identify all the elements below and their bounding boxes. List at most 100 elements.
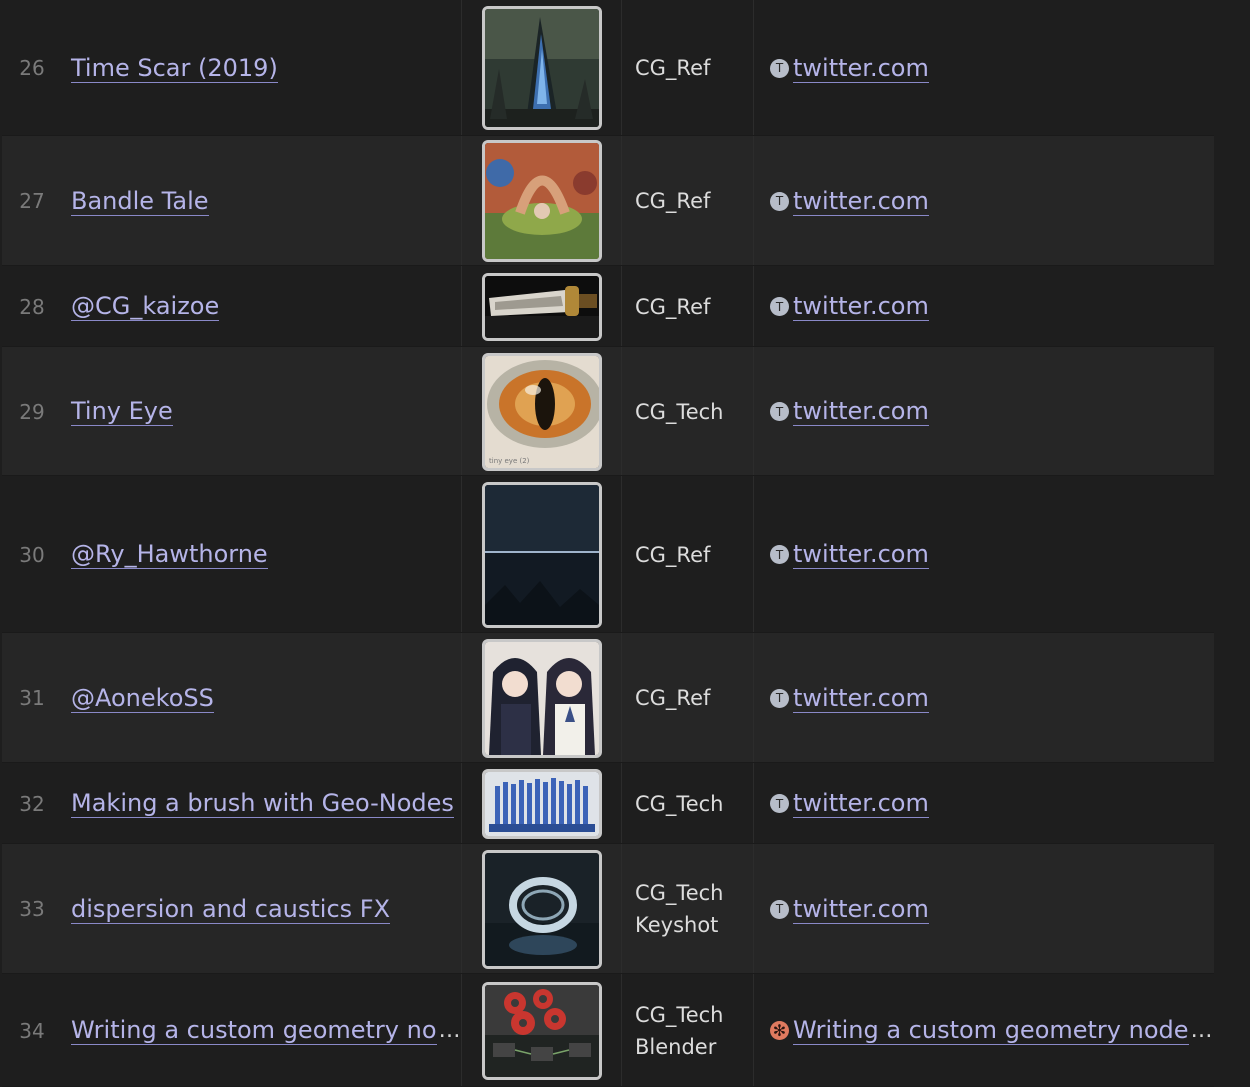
tags-cell: CG_Ref [635,0,753,136]
row-number: 27 [2,136,62,266]
thumbnail-cell [462,974,622,1087]
tag: CG_Ref [635,56,711,80]
title-cell: Time Scar (2019) [71,0,456,136]
row-number-text: 32 [19,791,45,816]
url-link[interactable]: twitter.com [793,397,929,426]
thumbnail-cell [462,844,622,974]
row-number: 34 [2,974,62,1087]
row-number: 28 [2,266,62,347]
column-divider [753,974,754,1087]
title-link[interactable]: Bandle Tale [71,187,209,216]
title-link[interactable]: Making a brush with Geo-Nodes [71,789,454,818]
title-cell: Making a brush with Geo-Nodes [71,763,456,844]
url-cell: ✻ Writing a custom geometry node … [770,974,1213,1087]
title-cell: @CG_kaizoe [71,266,456,347]
tag: CG_Ref [635,294,711,319]
title-link[interactable]: Time Scar (2019) [71,54,278,83]
row-number: 33 [2,844,62,974]
url-link[interactable]: twitter.com [793,895,929,924]
title-cell: Tiny Eye [71,347,456,476]
tag: Blender [635,1034,717,1059]
url-link[interactable]: twitter.com [793,54,929,83]
tag: CG_Ref [635,542,711,567]
row-number-text: 30 [19,542,45,567]
table-row[interactable]: 29 Tiny Eye tiny eye (2) CG_Tech T twitt… [2,347,1214,476]
table-row[interactable]: 27 Bandle Tale CG_Ref T twitter.com [2,136,1214,266]
row-number: 29 [2,347,62,476]
anime-girls-illustration-image[interactable] [482,638,602,758]
url-cell: T twitter.com [770,136,1210,266]
url-link[interactable]: twitter.com [793,187,929,216]
title-link[interactable]: @CG_kaizoe [71,292,220,321]
tags-cell: CG_Tech [635,347,753,476]
title-link[interactable]: @Ry_Hawthorne [71,540,268,569]
title-link[interactable]: @AonekoSS [71,684,214,713]
thumbnail-cell [462,633,622,763]
url-cell: T twitter.com [770,347,1210,476]
link-ellipsis: … [1190,1018,1213,1043]
tag: CG_Ref [635,189,711,213]
title-cell: Bandle Tale [71,136,456,266]
url-cell: T twitter.com [770,844,1210,974]
table-row[interactable]: 28 @CG_kaizoe CG_Ref T twitter.com [2,266,1214,347]
column-divider [753,763,754,844]
dark-horizon-landscape-image[interactable] [482,481,602,628]
table-row[interactable]: 34 Writing a custom geometry no… CG_Tech… [2,974,1214,1087]
title-link[interactable]: dispersion and caustics FX [71,895,391,924]
url-cell: T twitter.com [770,266,1210,347]
column-divider [753,266,754,347]
row-number-text: 33 [19,897,45,921]
url-cell: T twitter.com [770,633,1210,763]
url-cell: T twitter.com [770,476,1210,633]
thumbnail-cell [462,763,622,844]
tags-cell: CG_Ref [635,633,753,763]
title-cell: @AonekoSS [71,633,456,763]
column-divider [753,347,754,476]
table-row[interactable]: 30 @Ry_Hawthorne CG_Ref T twitter.com [2,476,1214,633]
thumbnail-cell [462,0,622,136]
blender-node-editor-image[interactable] [482,981,602,1080]
twitter-favicon-icon: T [770,899,789,919]
blue-brush-bristles-image[interactable] [482,768,602,839]
glass-ring-caustics-image[interactable] [482,849,602,969]
url-link[interactable]: twitter.com [793,540,929,569]
tag: Keyshot [635,913,719,937]
tags-cell: CG_Tech [635,763,753,844]
thumbnail-cell: tiny eye (2) [462,347,622,476]
title-link[interactable]: Writing a custom geometry no [71,1016,437,1045]
tags-cell: CG_Ref [635,476,753,633]
url-link[interactable]: Writing a custom geometry node [793,1016,1189,1045]
twitter-favicon-icon: T [770,545,789,564]
column-divider [753,136,754,266]
tag: CG_Tech [635,791,724,816]
twitter-favicon-icon: T [770,402,789,421]
row-number: 30 [2,476,62,633]
row-number-text: 34 [19,1018,45,1043]
twitter-favicon-icon: T [770,191,789,211]
thumbnail-cell [462,266,622,347]
row-number-text: 29 [19,399,45,424]
thumb-caption: tiny eye (2) [489,457,530,465]
title-ellipsis: … [438,1018,461,1043]
url-link[interactable]: twitter.com [793,789,929,818]
ornate-sword-image[interactable] [482,272,602,341]
colorful-village-scene-image[interactable] [482,140,602,262]
url-link[interactable]: twitter.com [793,292,929,321]
title-link[interactable]: Tiny Eye [71,397,173,426]
tag: CG_Tech [635,399,724,424]
asterisk-favicon-icon: ✻ [770,1021,789,1040]
table-row[interactable]: 32 Making a brush with Geo-Nodes CG_Tech… [2,763,1214,844]
table-row[interactable]: 31 @AonekoSS CG_Ref T twitter.com [2,633,1214,763]
title-cell: Writing a custom geometry no… [71,974,461,1087]
reptile-eye-image[interactable]: tiny eye (2) [482,352,602,471]
thumbnail-cell [462,476,622,633]
dark-crystal-monolith-image[interactable] [482,6,602,130]
tags-cell: CG_Ref [635,266,753,347]
table-row[interactable]: 26 Time Scar (2019) CG_Ref T twitter.com [2,0,1214,136]
title-cell: dispersion and caustics FX [71,844,456,974]
table-row[interactable]: 33 dispersion and caustics FX CG_Tech Key… [2,844,1214,974]
tags-cell: CG_Tech Blender [635,974,753,1087]
url-link[interactable]: twitter.com [793,684,929,713]
column-divider [753,476,754,633]
row-number: 32 [2,763,62,844]
